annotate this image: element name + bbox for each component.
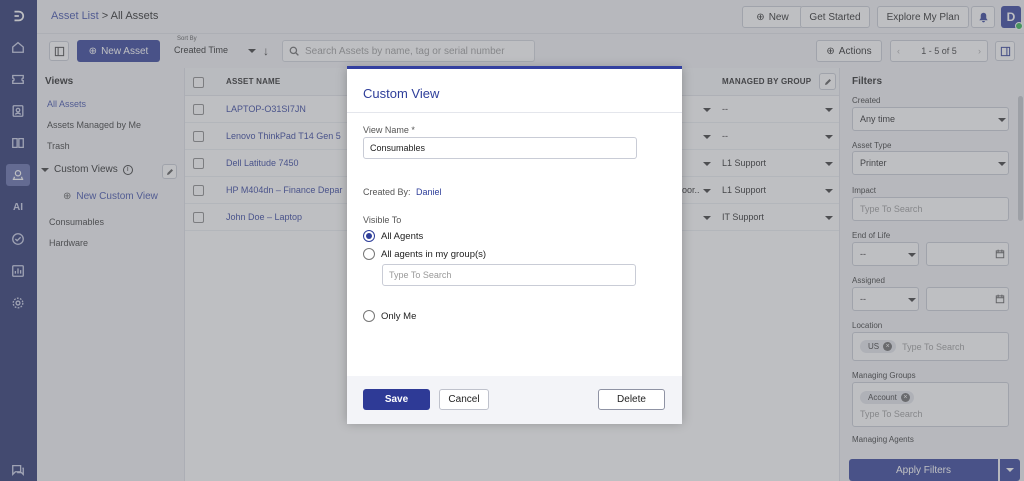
save-label: Save [384,394,409,405]
dialog-footer: Save Cancel Delete [347,376,682,424]
view-name-input[interactable]: Consumables [363,137,637,159]
radio-button-selected[interactable] [363,230,375,242]
group-search-placeholder: Type To Search [389,270,452,280]
custom-view-dialog: Custom View View Name * Consumables Crea… [347,66,682,424]
delete-button[interactable]: Delete [598,389,665,410]
radio-only-me-label: Only Me [381,310,417,322]
created-by-label: Created By: [363,187,411,197]
radio-agents-in-my-groups[interactable]: All agents in my group(s) [363,248,486,260]
created-by-value: Daniel [416,187,442,197]
radio-button[interactable] [363,310,375,322]
radio-all-agents[interactable]: All Agents [363,230,423,242]
radio-button[interactable] [363,248,375,260]
view-name-value: Consumables [370,143,426,153]
save-button[interactable]: Save [363,389,430,410]
view-name-label: View Name * [363,125,415,135]
dialog-title: Custom View [363,86,440,101]
dialog-divider [347,112,682,113]
radio-agents-in-my-groups-label: All agents in my group(s) [381,248,487,260]
cancel-button[interactable]: Cancel [439,389,489,410]
group-search-input[interactable]: Type To Search [382,264,636,286]
radio-all-agents-label: All Agents [381,230,424,242]
delete-label: Delete [617,394,646,405]
created-by: Created By: Daniel [363,187,442,197]
cancel-label: Cancel [448,394,480,405]
visible-to-label: Visible To [363,215,402,225]
radio-only-me[interactable]: Only Me [363,310,416,322]
